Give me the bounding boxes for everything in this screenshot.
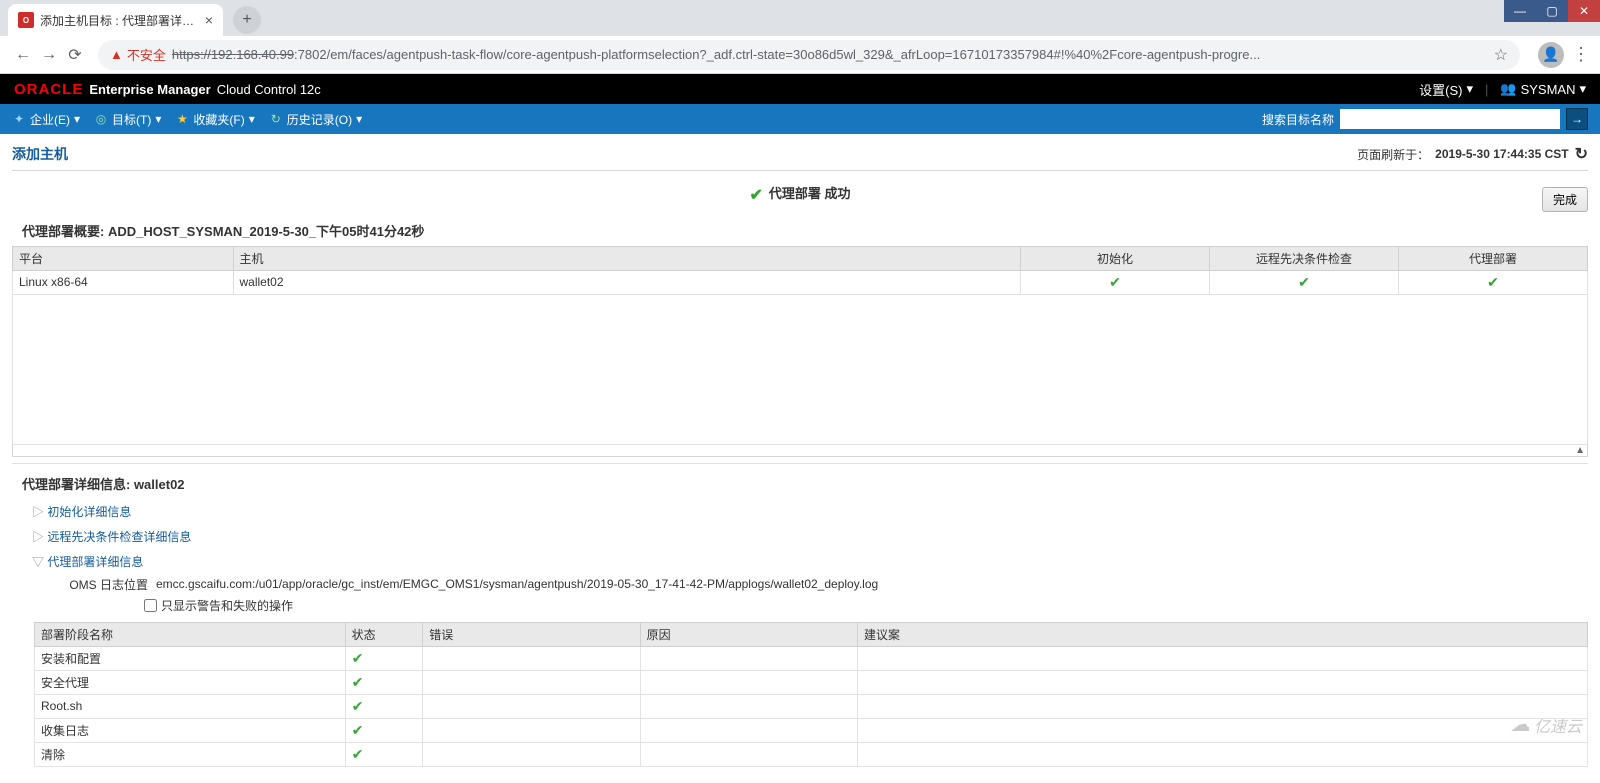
col-prereq: 远程先决条件检查 xyxy=(1210,246,1399,270)
back-button[interactable]: ← xyxy=(10,42,36,68)
new-tab-button[interactable]: + xyxy=(233,6,261,34)
table-row: 安装和配置✔ xyxy=(35,646,1588,670)
check-icon: ✔ xyxy=(1298,274,1310,290)
table-row: 安全代理✔ xyxy=(35,670,1588,694)
deploy-status: ✔代理部署 成功 xyxy=(12,171,1588,217)
table-row: 收集日志✔ xyxy=(35,718,1588,742)
close-tab-icon[interactable]: × xyxy=(205,12,213,28)
main-menu-bar: ✦企业(E) ▾ ◎目标(T) ▾ ★收藏夹(F) ▾ ↻历史记录(O) ▾ 搜… xyxy=(0,104,1600,134)
check-icon: ✔ xyxy=(352,698,364,714)
check-icon: ✔ xyxy=(352,746,364,762)
url-host: https://192.168.40.99 xyxy=(172,47,294,62)
search-label: 搜索目标名称 xyxy=(1262,111,1334,128)
only-failures-label: 只显示警告和失败的操作 xyxy=(161,597,293,614)
col-platform: 平台 xyxy=(13,246,234,270)
check-icon: ✔ xyxy=(352,674,364,690)
oracle-favicon: O xyxy=(18,12,34,28)
insecure-icon: ▲ xyxy=(110,47,123,62)
tab-title: 添加主机目标 : 代理部署详细信息 xyxy=(40,12,201,29)
product-name: Enterprise Manager xyxy=(89,82,210,97)
oms-log-value: emcc.gscaifu.com:/u01/app/oracle/gc_inst… xyxy=(156,577,878,591)
user-icon: 👥 xyxy=(1500,81,1516,97)
window-minimize-button[interactable]: — xyxy=(1504,0,1536,22)
disclosure-init[interactable]: 初始化详细信息 xyxy=(12,499,1588,524)
profile-icon[interactable]: 👤 xyxy=(1538,42,1564,68)
col-host: 主机 xyxy=(233,246,1021,270)
search-input[interactable] xyxy=(1340,109,1560,129)
reload-button[interactable]: ⟳ xyxy=(62,42,88,68)
col-deploy: 代理部署 xyxy=(1399,246,1588,270)
browser-address-bar: ← → ⟳ ▲ 不安全 https://192.168.40.99 :7802/… xyxy=(0,36,1600,74)
details-title: 代理部署详细信息: wallet02 xyxy=(12,463,1588,499)
cloud-icon: ☁ xyxy=(1510,712,1530,737)
browser-tab-strip: O 添加主机目标 : 代理部署详细信息 × + — ▢ ✕ xyxy=(0,0,1600,36)
only-failures-checkbox[interactable] xyxy=(144,599,157,612)
scroll-up-icon[interactable]: ▲ xyxy=(12,445,1588,457)
disclosure-deploy[interactable]: 代理部署详细信息 xyxy=(12,549,1588,574)
oracle-logo: ORACLE xyxy=(14,81,83,98)
bookmark-icon[interactable]: ☆ xyxy=(1494,45,1508,65)
page-title: 添加主机 xyxy=(12,144,68,164)
check-icon: ✔ xyxy=(1109,274,1121,290)
summary-table: 平台 主机 初始化 远程先决条件检查 代理部署 Linux x86-64 wal… xyxy=(12,246,1588,295)
page-content: 添加主机 页面刷新于： 2019-5-30 17:44:35 CST ↻ ✔代理… xyxy=(0,134,1600,783)
forward-button[interactable]: → xyxy=(36,42,62,68)
user-menu[interactable]: 👥SYSMAN ▾ xyxy=(1500,81,1586,97)
table-row: 清除✔ xyxy=(35,742,1588,766)
oracle-header: ORACLE Enterprise Manager Cloud Control … xyxy=(0,74,1600,104)
watermark: ☁ 亿速云 xyxy=(1510,712,1582,737)
col-init: 初始化 xyxy=(1021,246,1210,270)
disclosure-prereq[interactable]: 远程先决条件检查详细信息 xyxy=(12,524,1588,549)
oms-log-label: OMS 日志位置 xyxy=(68,576,148,593)
insecure-label: 不安全 xyxy=(127,45,166,64)
product-suffix: Cloud Control 12c xyxy=(217,82,321,97)
browser-menu-icon[interactable]: ⋮ xyxy=(1572,44,1590,65)
settings-menu[interactable]: 设置(S) ▾ xyxy=(1419,80,1473,99)
window-controls: — ▢ ✕ xyxy=(1504,0,1600,22)
check-icon: ✔ xyxy=(352,722,364,738)
window-maximize-button[interactable]: ▢ xyxy=(1536,0,1568,22)
summary-title: 代理部署概要: ADD_HOST_SYSMAN_2019-5-30_下午05时4… xyxy=(12,217,1588,246)
menu-enterprise[interactable]: ✦企业(E) ▾ xyxy=(12,111,80,128)
table-row[interactable]: Linux x86-64 wallet02 ✔ ✔ ✔ xyxy=(13,270,1588,294)
page-refresh-info: 页面刷新于： 2019-5-30 17:44:35 CST ↻ xyxy=(1357,144,1588,164)
table-row: Root.sh✔ xyxy=(35,694,1588,718)
url-path: :7802/em/faces/agentpush-task-flow/core-… xyxy=(294,47,1260,62)
check-icon: ✔ xyxy=(1487,274,1499,290)
browser-tab[interactable]: O 添加主机目标 : 代理部署详细信息 × xyxy=(8,4,223,36)
url-field[interactable]: ▲ 不安全 https://192.168.40.99 :7802/em/fac… xyxy=(98,40,1520,70)
window-close-button[interactable]: ✕ xyxy=(1568,0,1600,22)
success-icon: ✔ xyxy=(749,187,762,204)
details-table: 部署阶段名称 状态 错误 原因 建议案 安装和配置✔ 安全代理✔ Root.sh… xyxy=(34,622,1588,767)
refresh-icon[interactable]: ↻ xyxy=(1575,144,1588,164)
menu-history[interactable]: ↻历史记录(O) ▾ xyxy=(269,111,362,128)
search-button[interactable]: → xyxy=(1566,108,1588,130)
done-button[interactable]: 完成 xyxy=(1542,187,1588,212)
menu-favorites[interactable]: ★收藏夹(F) ▾ xyxy=(175,111,254,128)
check-icon: ✔ xyxy=(352,650,364,666)
menu-targets[interactable]: ◎目标(T) ▾ xyxy=(94,111,161,128)
